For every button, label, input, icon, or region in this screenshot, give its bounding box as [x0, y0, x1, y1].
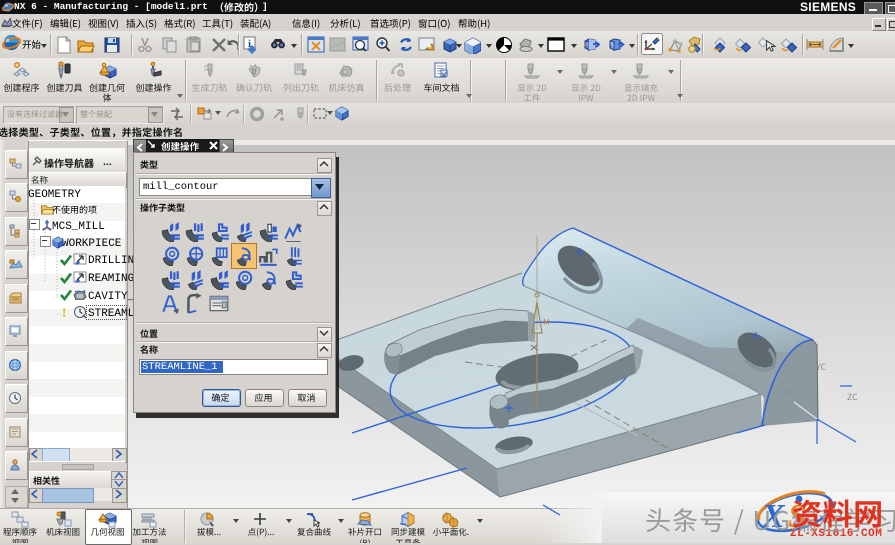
svg-text:X: X	[761, 498, 786, 535]
svg-text:!: !	[62, 305, 66, 319]
